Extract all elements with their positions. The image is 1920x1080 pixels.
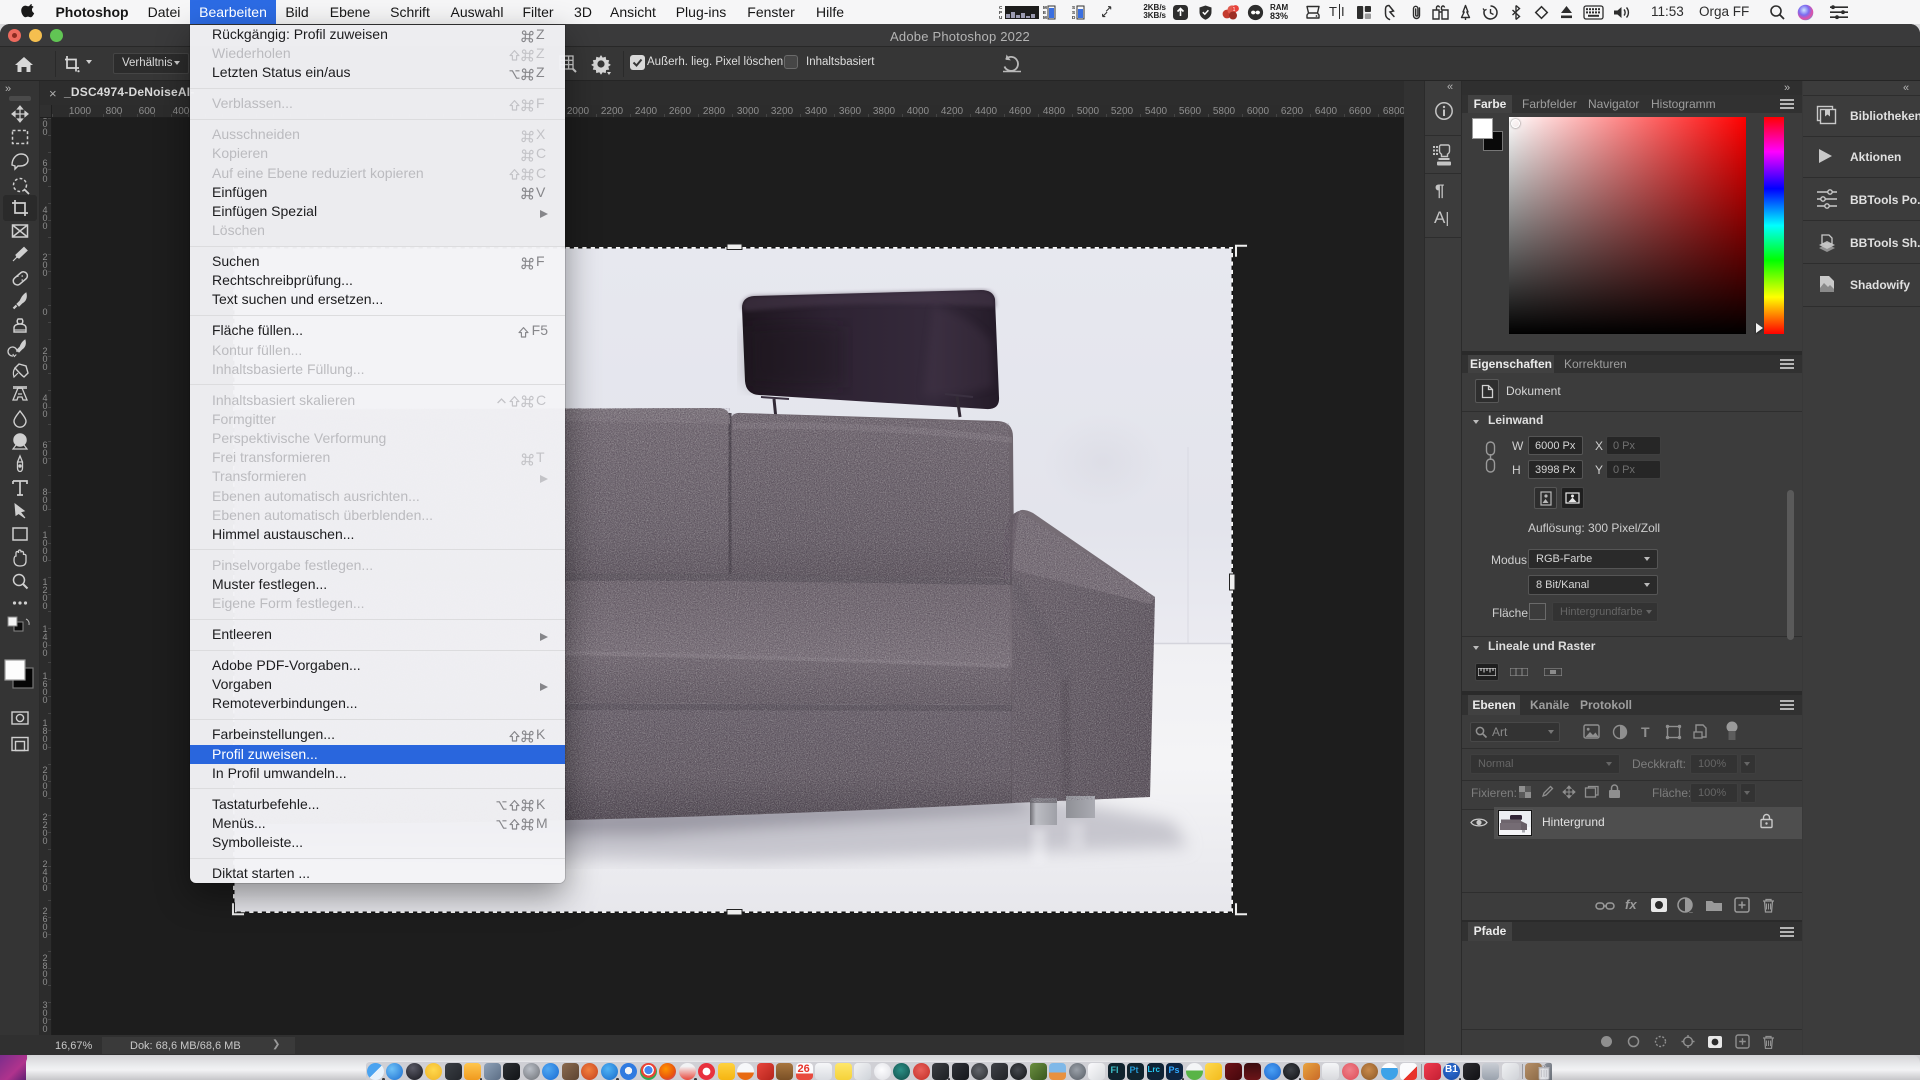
svg-text:M: M <box>1043 15 1047 20</box>
svg-text:D: D <box>1072 15 1076 20</box>
svg-text:U: U <box>999 15 1003 20</box>
svg-text:1: 1 <box>1233 7 1236 13</box>
